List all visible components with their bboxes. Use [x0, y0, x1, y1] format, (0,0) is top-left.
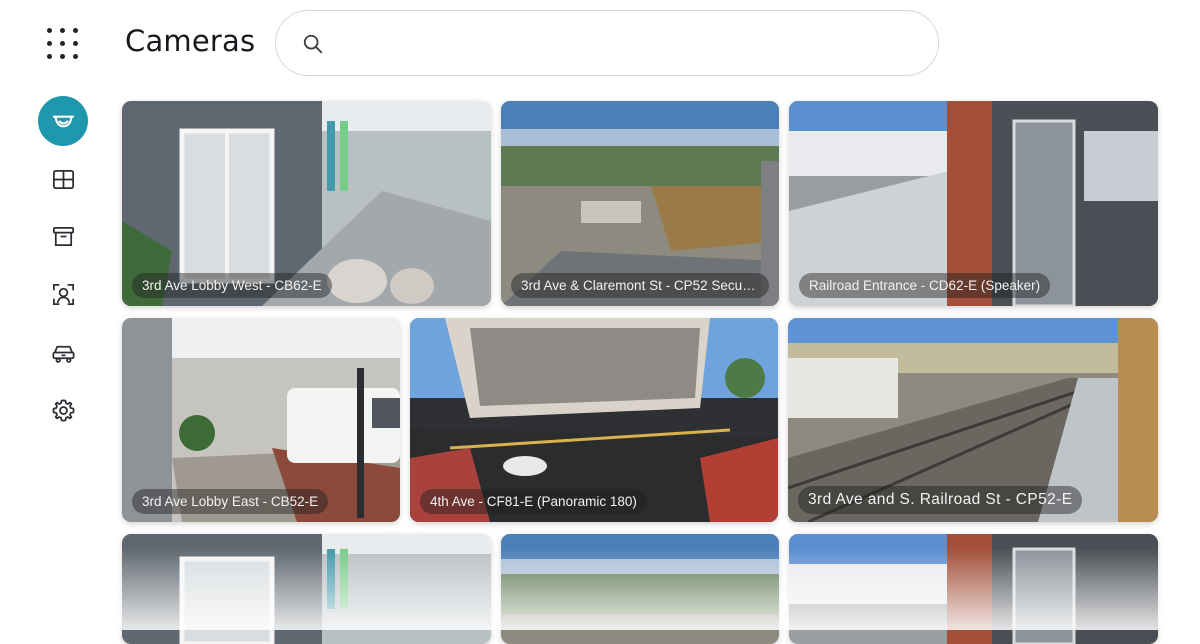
sidebar-item-archive[interactable]: [38, 211, 88, 261]
camera-label: 3rd Ave and S. Railroad St - CP52-E: [798, 486, 1083, 514]
page-title: Cameras: [125, 24, 256, 58]
camera-tile[interactable]: 3rd Ave and S. Railroad St - CP52-E: [788, 318, 1158, 522]
search-bar[interactable]: [275, 10, 939, 76]
gear-icon: [52, 399, 74, 421]
camera-label: 3rd Ave Lobby West - CB62-E: [132, 273, 332, 298]
camera-tile[interactable]: 3rd Ave Lobby East - CB52-E: [122, 318, 400, 522]
archive-box-icon: [52, 226, 74, 246]
app-launcher-icon[interactable]: [44, 25, 82, 63]
search-icon: [303, 34, 323, 54]
camera-label: 3rd Ave & Claremont St - CP52 Security L…: [511, 273, 769, 298]
search-input[interactable]: [338, 25, 922, 63]
camera-feed-thumbnail: [501, 534, 779, 644]
camera-tile[interactable]: [789, 534, 1158, 644]
face-scan-icon: [52, 283, 74, 305]
camera-tile[interactable]: [501, 534, 779, 644]
camera-tile[interactable]: [122, 534, 491, 644]
camera-tile[interactable]: 3rd Ave Lobby West - CB62-E: [122, 101, 491, 306]
camera-tile[interactable]: 4th Ave - CF81-E (Panoramic 180): [410, 318, 778, 522]
camera-feed-thumbnail: [122, 534, 491, 644]
camera-label: Railroad Entrance - CD62-E (Speaker): [799, 273, 1051, 298]
grid-icon: [52, 169, 74, 189]
sidebar-item-multi-view[interactable]: [38, 154, 88, 204]
sidebar-item-vehicles[interactable]: [38, 327, 88, 377]
camera-label: 4th Ave - CF81-E (Panoramic 180): [420, 489, 647, 514]
camera-tile[interactable]: Railroad Entrance - CD62-E (Speaker): [789, 101, 1158, 306]
sidebar-item-settings[interactable]: [38, 385, 88, 435]
sidebar-item-people[interactable]: [38, 269, 88, 319]
camera-feed-thumbnail: [789, 534, 1158, 644]
camera-tile[interactable]: 3rd Ave & Claremont St - CP52 Security L…: [501, 101, 779, 306]
dome-camera-icon: [52, 115, 74, 127]
camera-label: 3rd Ave Lobby East - CB52-E: [132, 489, 329, 514]
car-icon: [52, 345, 74, 363]
sidebar-item-cameras[interactable]: [38, 96, 88, 146]
